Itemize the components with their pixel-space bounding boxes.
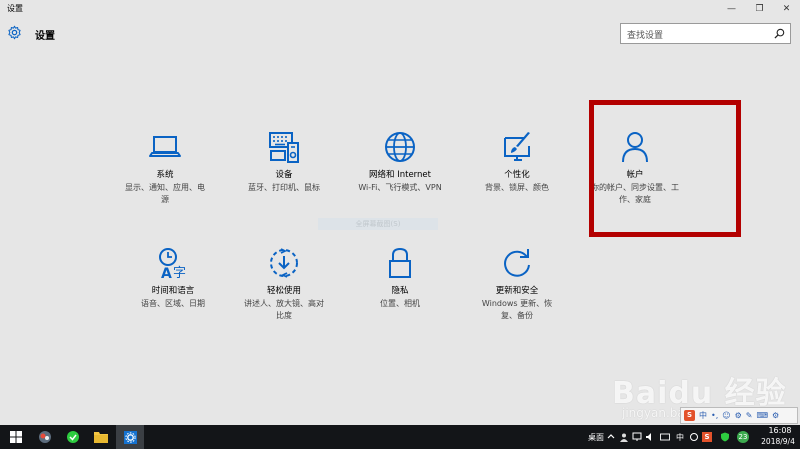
window-title: 设置 [7, 4, 23, 13]
desktop-label[interactable]: 桌面 [588, 432, 604, 443]
category-system[interactable]: 系统 显示、通知、应用、电 源 [110, 130, 220, 205]
category-devices[interactable]: 设备 蓝牙、打印机、鼠标 [229, 130, 339, 193]
clock-date[interactable]: 2018/9/4 [757, 437, 799, 446]
gear-icon [8, 25, 21, 40]
devices-icon [269, 132, 299, 163]
page-title: 设置 [35, 31, 55, 42]
browser-app-icon [39, 431, 51, 443]
laptop-icon [149, 136, 181, 157]
ime-language[interactable]: 中 [699, 408, 707, 423]
category-label: 时间和语言 [151, 286, 195, 296]
globe-icon [385, 132, 415, 162]
handwrite-icon[interactable]: ✎ [746, 408, 753, 423]
maximize-icon: ❐ [755, 4, 764, 14]
refresh-icon [504, 249, 530, 277]
taskbar-file-explorer[interactable] [87, 425, 115, 449]
title-bar: 设置 — ❐ ✕ [0, 0, 800, 18]
category-time-language[interactable]: A 字 时间和语言 语音、区域、日期 [118, 246, 228, 309]
category-update-security[interactable]: 更新和安全 Windows 更新、恢 复、备份 [462, 246, 572, 321]
category-description: 蓝牙、打印机、鼠标 [248, 183, 320, 192]
keyboard-tray-icon[interactable] [660, 432, 670, 442]
clock-time[interactable]: 16:08 [763, 426, 797, 435]
network-icon[interactable] [632, 432, 642, 442]
taskbar-app-2[interactable] [59, 425, 87, 449]
close-icon: ✕ [782, 4, 791, 14]
keyboard-icon[interactable]: ⌨ [756, 408, 768, 423]
user-tray-icon[interactable] [619, 432, 629, 442]
notification-icon[interactable] [689, 432, 699, 442]
paint-icon [504, 132, 530, 161]
ime-tray-language[interactable]: 中 [676, 432, 684, 443]
category-privacy[interactable]: 隐私 位置、相机 [345, 246, 455, 309]
category-label: 更新和安全 [495, 286, 539, 296]
emoji-icon[interactable]: ☺ [722, 408, 730, 423]
category-ease-of-access[interactable]: 轻松使用 讲述人、放大镜、高对 比度 [229, 246, 339, 321]
category-description: 源 [161, 195, 169, 204]
windows-icon [10, 431, 22, 443]
search-input[interactable]: 查找设置 [620, 23, 791, 44]
settings-icon[interactable]: ⚙ [772, 408, 779, 423]
sogou-tray-icon[interactable]: S [702, 432, 712, 442]
skin-icon[interactable]: ⚙ [735, 408, 742, 423]
lock-icon [389, 247, 411, 278]
category-description: 位置、相机 [380, 299, 420, 308]
time-language-icon: A 字 [159, 248, 186, 280]
ease-of-access-icon [270, 248, 298, 278]
taskbar-settings[interactable] [116, 425, 144, 449]
green-app-icon [67, 431, 79, 443]
category-label: 系统 [156, 170, 174, 180]
category-label: 网络和 Internet [369, 170, 431, 180]
chevron-up-icon[interactable] [606, 432, 616, 442]
category-description: 显示、通知、应用、电 [125, 183, 205, 192]
category-label: 设备 [275, 170, 293, 180]
folder-icon [94, 432, 108, 443]
settings-gear-icon [123, 430, 137, 444]
watermark-logo: Baidu 经验 [612, 376, 787, 411]
badge-icon[interactable]: 23 [737, 431, 749, 443]
search-icon[interactable] [774, 28, 785, 39]
category-label: 隐私 [391, 286, 409, 296]
category-description: 语音、区域、日期 [141, 299, 205, 308]
maximize-button[interactable]: ❐ [746, 0, 773, 18]
category-personalization[interactable]: 个性化 背景、锁屏、颜色 [462, 130, 572, 193]
punctuation-icon[interactable]: •, [711, 408, 718, 423]
category-description: 讲述人、放大镜、高对 [244, 299, 324, 308]
category-label: 轻松使用 [266, 286, 301, 296]
category-description: Wi-Fi、飞行模式、VPN [358, 183, 442, 192]
highlight-box [589, 100, 741, 237]
minimize-button[interactable]: — [718, 0, 745, 18]
category-network[interactable]: 网络和 Internet Wi-Fi、飞行模式、VPN [345, 130, 455, 193]
category-label: 个性化 [504, 170, 530, 180]
search-placeholder: 查找设置 [627, 31, 664, 41]
ime-toolbar[interactable]: S 中 •, ☺ ⚙ ✎ ⌨ ⚙ [680, 407, 798, 424]
shield-tray-icon[interactable] [720, 432, 730, 442]
category-description: Windows 更新、恢 [481, 299, 553, 308]
screenshot-hint: 全屏幕截图(S) [318, 218, 438, 230]
close-button[interactable]: ✕ [773, 0, 800, 18]
taskbar-app-1[interactable] [31, 425, 59, 449]
category-description: 复、备份 [501, 311, 533, 320]
category-description: 背景、锁屏、颜色 [485, 183, 549, 192]
category-description: 比度 [276, 311, 292, 320]
svg-text:字: 字 [173, 266, 186, 280]
start-button[interactable] [2, 425, 30, 449]
sogou-icon[interactable]: S [684, 410, 695, 421]
svg-text:A: A [161, 266, 172, 280]
volume-icon[interactable] [645, 432, 655, 442]
minimize-icon: — [727, 4, 736, 14]
